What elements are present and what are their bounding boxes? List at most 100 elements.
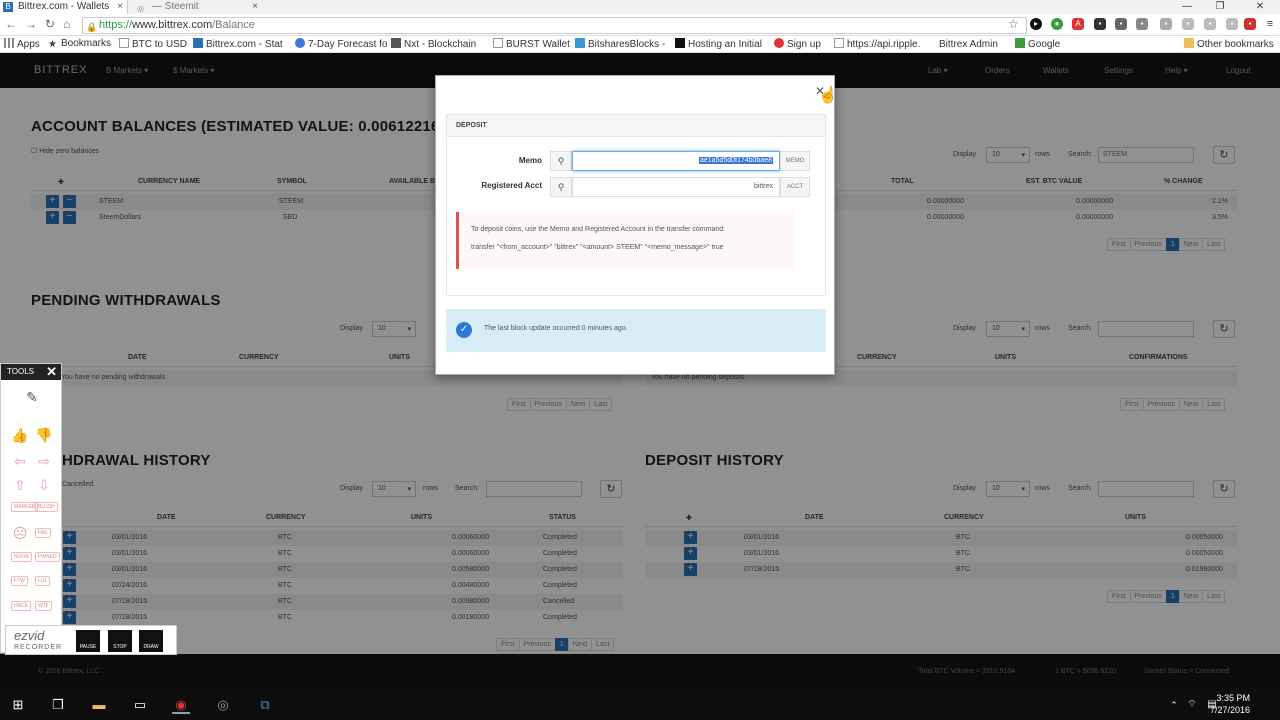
bitshares-icon (575, 38, 585, 48)
bookmark-item[interactable]: BURST Wallet (493, 38, 570, 50)
bookmark-item[interactable]: Nxt - Blockchain (391, 38, 476, 50)
maximize-window-icon[interactable]: ❐ (1205, 0, 1235, 13)
url-path: /Balance (212, 19, 255, 31)
wifi-icon[interactable]: ⌔ (1183, 696, 1201, 714)
arrow-left-icon[interactable]: ⇦ (11, 452, 29, 470)
noob-stamp[interactable]: NOOB (11, 552, 32, 562)
minimize-window-icon[interactable]: — (1172, 0, 1202, 13)
bookmark-item[interactable]: 7-Day Forecast fo (295, 38, 387, 50)
ftw-stamp[interactable]: FTW (11, 576, 28, 586)
bookmark-item[interactable]: Bittrex.com - Stat (193, 38, 283, 50)
ezvid-tools-panel: TOOLS ✕ ✎ 👍 👎 ⇦ ⇨ ⇧ ⇩ MARKER BLUSH ☹ FAIL… (0, 363, 62, 653)
deposit-modal: ✕ DEPOSIT Memo ⚲ ae1a5d5d0f174b0bae8 MEM… (435, 75, 835, 375)
address-toolbar: ← → ↻ ⌂ 🔒 https://www.bittrex.com/Balanc… (0, 14, 1280, 36)
tab-close-icon[interactable]: × (252, 0, 258, 13)
extension-icon[interactable]: ▪ (1160, 18, 1172, 30)
extension-icon[interactable]: ▪ (1226, 18, 1238, 30)
bookmark-item[interactable]: BitsharesBlocks - (575, 38, 665, 50)
thumbs-down-icon[interactable]: 👎 (35, 426, 53, 444)
extension-icon[interactable]: ▪ (1094, 18, 1106, 30)
browser-tab-strip: B Bittrex.com - Wallets × ◎ — Steemit × … (0, 0, 1280, 14)
url-bar[interactable]: 🔒 https://www.bittrex.com/Balance (82, 17, 1027, 34)
close-tools-icon[interactable]: ✕ (46, 364, 57, 380)
arrow-up-icon[interactable]: ⇧ (11, 476, 29, 494)
pen-icon[interactable]: ✎ (23, 388, 41, 406)
apps-grid-icon (4, 38, 14, 48)
window-app-icon[interactable]: ▭ (131, 696, 149, 714)
tray-chevron-icon[interactable]: ⌃ (1165, 696, 1183, 714)
bookmark-item[interactable]: Google (1015, 38, 1060, 50)
file-explorer-icon[interactable]: ▬ (90, 696, 108, 714)
page-icon (933, 38, 936, 48)
pwned-stamp[interactable]: PWNED (35, 552, 60, 562)
google-icon (1015, 38, 1025, 48)
bookmark-item[interactable]: Bittrex Admin (933, 38, 998, 50)
chrome-icon[interactable]: ◉ (172, 696, 190, 714)
forward-arrow-icon[interactable]: → (25, 17, 37, 31)
lol-stamp[interactable]: LOL (35, 576, 51, 586)
tools-title: TOOLS (7, 367, 34, 376)
network-app-icon[interactable]: ⧉ (256, 696, 274, 714)
bittrex-favicon-icon: B (3, 2, 13, 12)
page-icon (834, 38, 844, 48)
arrow-right-icon[interactable]: ⇨ (35, 452, 53, 470)
page-icon (493, 38, 503, 48)
bookmark-star-icon[interactable]: ☆ (1008, 17, 1019, 31)
draw-button[interactable]: DRAW (139, 630, 163, 652)
tab-steemit[interactable]: ◎ — Steemit × (134, 0, 262, 14)
extension-icon[interactable]: ▪ (1115, 18, 1127, 30)
app-icon[interactable]: ◎ (214, 696, 232, 714)
tab-label: — Steemit (152, 1, 199, 12)
blush-tool[interactable]: BLUSH (35, 502, 58, 512)
extension-icon[interactable]: ▪ (1182, 18, 1194, 30)
reload-icon[interactable]: ↻ (45, 17, 55, 31)
steemit-favicon-icon: ◎ (137, 4, 144, 13)
bittrex-page: BITTREX B Markets ▾ $ Markets ▾ Lab ▾ Or… (0, 53, 1280, 689)
back-arrow-icon[interactable]: ← (5, 17, 17, 31)
bookmark-other[interactable]: Other bookmarks (1184, 38, 1274, 50)
extension-icon[interactable]: ● (1051, 18, 1063, 30)
tab-bittrex-wallets[interactable]: B Bittrex.com - Wallets × (0, 0, 128, 14)
arrow-down-icon[interactable]: ⇩ (35, 476, 53, 494)
registered-acct-input[interactable]: bittrex (572, 177, 780, 197)
extension-icon[interactable]: ▪ (1204, 18, 1216, 30)
windows-start-icon[interactable]: ⊞ (9, 696, 27, 714)
bookmark-item[interactable]: https://api.ripple. (834, 38, 920, 50)
wtf-stamp[interactable]: WTF (35, 601, 52, 611)
system-clock[interactable]: 3:35 PM 7/27/2016 (1210, 692, 1250, 716)
bookmark-item[interactable]: Sign up (774, 38, 821, 50)
bookmark-item[interactable]: Hosting an Initial (675, 38, 762, 50)
extension-icon[interactable]: ▸ (1030, 18, 1042, 30)
thumbs-up-icon[interactable]: 👍 (11, 426, 29, 444)
signup-icon (774, 38, 784, 48)
tab-label: Bittrex.com - Wallets (18, 1, 110, 12)
fail-stamp[interactable]: FAIL (35, 528, 52, 538)
alert-line-1: To deposit coins, use the Memo and Regis… (471, 226, 726, 233)
deposit-panel-title: DEPOSIT (447, 115, 825, 137)
bookmarks-bar: Apps ★ Bookmarks BTC to USD Bittrex.com -… (0, 36, 1280, 53)
bookmark-item[interactable]: BTC to USD (119, 38, 187, 50)
extension-icon[interactable]: ▪ (1244, 18, 1256, 30)
clock-time: 3:35 PM (1216, 693, 1250, 703)
bookmark-apps[interactable]: Apps (4, 38, 40, 50)
adblock-icon[interactable]: A (1072, 18, 1084, 30)
home-icon[interactable]: ⌂ (63, 17, 70, 31)
block-update-info: ✓ The last block update occurred 0 minut… (446, 309, 826, 352)
ezvid-logo: ezvid (14, 628, 45, 643)
clock-date: 7/27/2016 (1209, 705, 1250, 715)
pause-button[interactable]: PAUSE (76, 630, 100, 652)
sad-face-icon[interactable]: ☹ (11, 524, 29, 542)
block-update-text: The last block update occurred 0 minutes… (484, 325, 628, 332)
close-window-icon[interactable]: ✕ (1245, 0, 1275, 13)
task-view-icon[interactable]: ❐ (49, 696, 67, 714)
memo-input[interactable]: ae1a5d5d0f174b0bae8 (572, 151, 780, 171)
ezvid-recorder-bar: ezvid RECORDER PAUSE STOP DRAW (5, 625, 177, 655)
chrome-menu-icon[interactable]: ≡ (1264, 18, 1276, 30)
star-icon: ★ (48, 39, 57, 50)
bookmark-bookmarks[interactable]: ★ Bookmarks (48, 38, 111, 50)
tab-close-icon[interactable]: × (117, 0, 123, 13)
stop-button[interactable]: STOP (108, 630, 132, 652)
extension-icon[interactable]: ▪ (1136, 18, 1148, 30)
memo-label: Memo (518, 156, 542, 165)
hack-stamp[interactable]: HACK (11, 601, 31, 611)
